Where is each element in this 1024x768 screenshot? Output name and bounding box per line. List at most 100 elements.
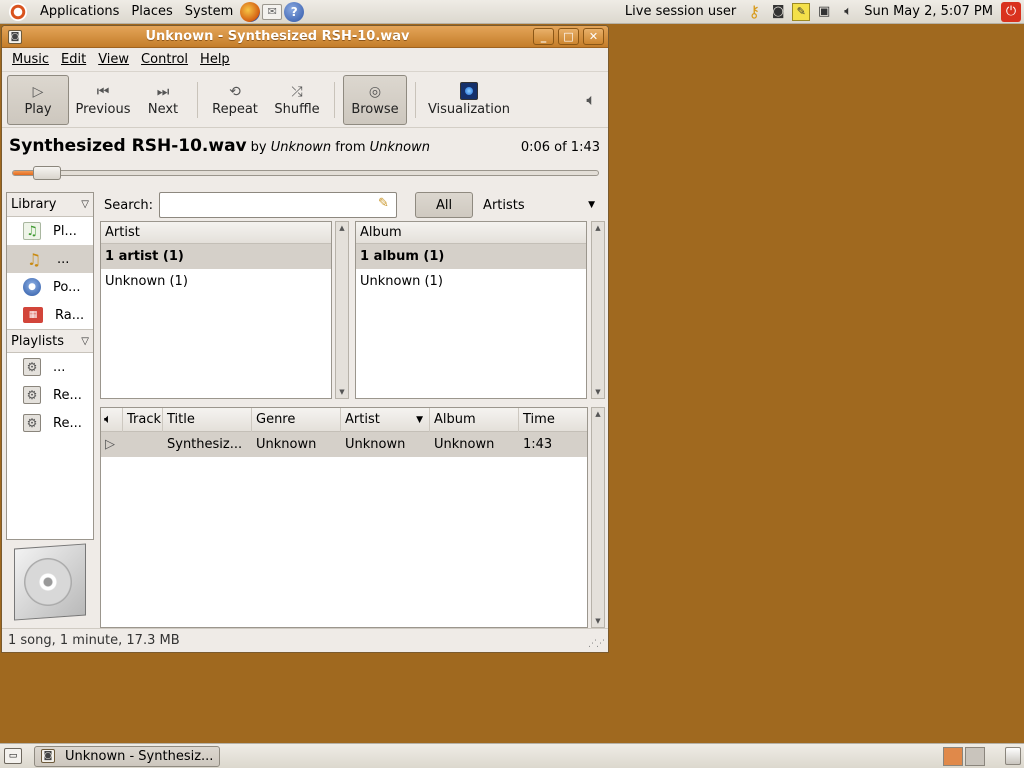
browse-filter-select[interactable]: Artists ▼: [483, 198, 595, 213]
clear-search-icon[interactable]: ✎: [378, 196, 389, 211]
shutdown-icon[interactable]: ⏻: [1001, 1, 1021, 22]
list-item[interactable]: Unknown (1): [101, 269, 331, 294]
table-row[interactable]: ▷ Synthesiz... Unknown Unknown Unknown 1…: [101, 432, 587, 457]
shuffle-icon: ⤮: [291, 84, 303, 100]
song-time: 0:06 of 1:43: [520, 140, 600, 155]
sidebar-item-playlist[interactable]: ⚙ Re...: [7, 381, 93, 409]
music-note-icon: ♫: [26, 249, 42, 269]
artist-pane: Artist 1 artist (1) Unknown (1): [100, 221, 332, 399]
song-artist: Unknown: [270, 140, 332, 155]
applications-menu[interactable]: Applications: [34, 4, 125, 19]
mail-icon[interactable]: ✉: [262, 3, 283, 20]
trash-icon[interactable]: [1005, 747, 1021, 765]
help-icon[interactable]: ?: [284, 1, 305, 22]
scroll-up-icon[interactable]: ▲: [336, 222, 348, 234]
sidebar-item-play-queue[interactable]: ♫ Pl...: [7, 217, 93, 245]
seek-handle[interactable]: [33, 166, 62, 180]
toolbar-separator: [415, 81, 416, 118]
workspace-1[interactable]: [943, 746, 963, 766]
notes-icon[interactable]: ✎: [792, 2, 811, 21]
menu-view[interactable]: View: [92, 52, 135, 67]
repeat-icon: ⟲: [229, 84, 241, 100]
album-column-header[interactable]: Album: [430, 407, 519, 432]
dropdown-arrow-icon: ▼: [588, 200, 596, 210]
menu-control[interactable]: Control: [135, 52, 194, 67]
speaker-icon: 🔈︎: [104, 412, 112, 427]
all-button[interactable]: All: [415, 192, 474, 218]
toolbar-separator: [197, 81, 198, 118]
taskbar-window-button[interactable]: ◙ Unknown - Synthesiz...: [34, 745, 220, 767]
collapse-arrow-icon[interactable]: ▽: [81, 199, 89, 210]
track-column-header[interactable]: Track: [123, 407, 163, 432]
sidebar-item-music[interactable]: ♫ ...: [7, 245, 93, 273]
search-input[interactable]: [159, 192, 398, 218]
scroll-down-icon[interactable]: ▼: [336, 386, 348, 398]
search-label: Search:: [104, 197, 154, 213]
playlists-header[interactable]: Playlists ▽: [7, 329, 93, 353]
scroll-down-icon[interactable]: ▼: [592, 386, 604, 398]
volume-icon[interactable]: 🔈︎: [586, 90, 596, 110]
menu-edit[interactable]: Edit: [55, 52, 92, 67]
genre-column-header[interactable]: Genre: [252, 407, 341, 432]
song-album: Unknown: [369, 140, 430, 155]
session-user-label[interactable]: Live session user: [625, 4, 742, 19]
scroll-up-icon[interactable]: ▲: [592, 408, 604, 420]
rhythmbox-tray-icon[interactable]: ◙: [768, 3, 788, 21]
seek-slider[interactable]: [12, 166, 599, 180]
show-desktop-icon[interactable]: ▭: [4, 748, 22, 764]
tracks-scrollbar[interactable]: ▲ ▼: [591, 407, 605, 628]
menu-help[interactable]: Help: [194, 52, 236, 67]
library-header[interactable]: Library ▽: [7, 193, 93, 217]
toolbar: ▷ Play ⏮ Previous ⏭ Next ⟲ Repeat ⤮ Shuf…: [2, 72, 608, 128]
list-item[interactable]: 1 artist (1): [101, 244, 331, 269]
radio-icon: ▦: [23, 307, 43, 323]
resize-grip-icon[interactable]: ⋰⋰: [588, 639, 605, 649]
clock[interactable]: Sun May 2, 5:07 PM: [860, 4, 1001, 19]
sidebar-item-podcasts[interactable]: ● Po...: [7, 273, 93, 301]
browse-button[interactable]: ◎ Browse: [343, 74, 407, 125]
visualization-button[interactable]: Visualization: [424, 75, 514, 125]
close-button[interactable]: ✕: [583, 28, 604, 45]
album-column-header[interactable]: Album: [356, 222, 586, 244]
rhythmbox-task-icon: ◙: [41, 749, 55, 763]
smart-playlist-icon: ⚙: [23, 358, 41, 376]
title-column-header[interactable]: Title: [163, 407, 252, 432]
maximize-button[interactable]: □: [558, 28, 579, 45]
artist-column-header[interactable]: Artist ▼: [341, 407, 430, 432]
repeat-button[interactable]: ⟲ Repeat: [206, 75, 264, 125]
sidebar-item-playlist[interactable]: ⚙ Re...: [7, 409, 93, 437]
collapse-arrow-icon[interactable]: ▽: [81, 336, 89, 347]
places-menu[interactable]: Places: [125, 4, 178, 19]
next-button[interactable]: ⏭ Next: [137, 75, 189, 125]
workspace-2[interactable]: [965, 746, 985, 766]
now-playing: Synthesized RSH-10.wav by Unknown from U…: [2, 128, 608, 180]
smart-playlist-icon: ⚙: [23, 386, 41, 404]
play-button[interactable]: ▷ Play: [7, 74, 69, 125]
firefox-icon[interactable]: [240, 1, 261, 22]
sidebar-item-playlist[interactable]: ⚙ ...: [7, 353, 93, 381]
window-titlebar[interactable]: ◙ Unknown - Synthesized RSH-10.wav _ □ ✕: [2, 26, 608, 48]
shuffle-button[interactable]: ⤮ Shuffle: [268, 75, 326, 125]
artist-scrollbar[interactable]: ▲ ▼: [335, 221, 349, 399]
window-app-icon[interactable]: ◙: [8, 29, 22, 44]
volume-tray-icon[interactable]: 🔈︎: [838, 3, 858, 21]
time-column-header[interactable]: Time: [519, 408, 587, 432]
artist-column-header[interactable]: Artist: [101, 222, 331, 244]
scroll-up-icon[interactable]: ▲: [592, 222, 604, 234]
list-item[interactable]: Unknown (1): [356, 269, 586, 294]
previous-button[interactable]: ⏮ Previous: [69, 75, 137, 125]
previous-icon: ⏮: [96, 84, 110, 100]
track-list-header: 🔈︎ Track Title Genre Artist ▼ Album Time: [101, 407, 587, 432]
minimize-button[interactable]: _: [533, 28, 554, 45]
scroll-down-icon[interactable]: ▼: [592, 615, 604, 627]
album-scrollbar[interactable]: ▲ ▼: [591, 221, 605, 399]
menu-music[interactable]: Music: [6, 52, 55, 67]
sidebar-item-radio[interactable]: ▦ Ra...: [7, 301, 93, 329]
ubuntu-logo-icon[interactable]: [9, 2, 27, 21]
keys-icon[interactable]: ⚷: [744, 2, 764, 21]
system-menu[interactable]: System: [179, 4, 239, 19]
playing-column-header[interactable]: 🔈︎: [101, 407, 123, 432]
workspace-switcher: [941, 746, 985, 766]
network-icon[interactable]: ▣: [814, 3, 834, 21]
list-item[interactable]: 1 album (1): [356, 244, 586, 269]
